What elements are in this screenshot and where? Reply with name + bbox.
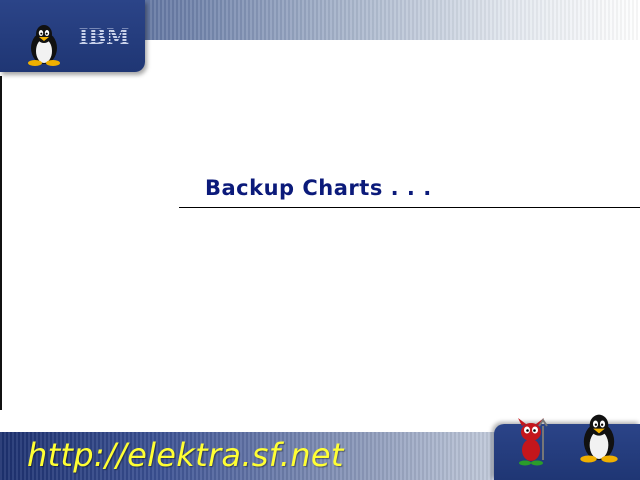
title-underline — [179, 207, 640, 208]
footer-url[interactable]: http://elektra.sf.net — [27, 436, 344, 474]
ibm-logo: IBM — [79, 24, 130, 48]
bsd-daemon-icon — [518, 418, 548, 466]
top-banner-texture — [150, 0, 640, 40]
header-logo-panel: IBM — [0, 0, 145, 72]
left-divider — [0, 76, 2, 410]
footer-mascot-panel — [494, 414, 640, 480]
tux-penguin-icon — [28, 25, 60, 66]
slide-title: Backup Charts . . . — [205, 176, 432, 200]
tux-penguin-icon — [580, 414, 618, 463]
svg-text:IBM: IBM — [79, 24, 130, 48]
